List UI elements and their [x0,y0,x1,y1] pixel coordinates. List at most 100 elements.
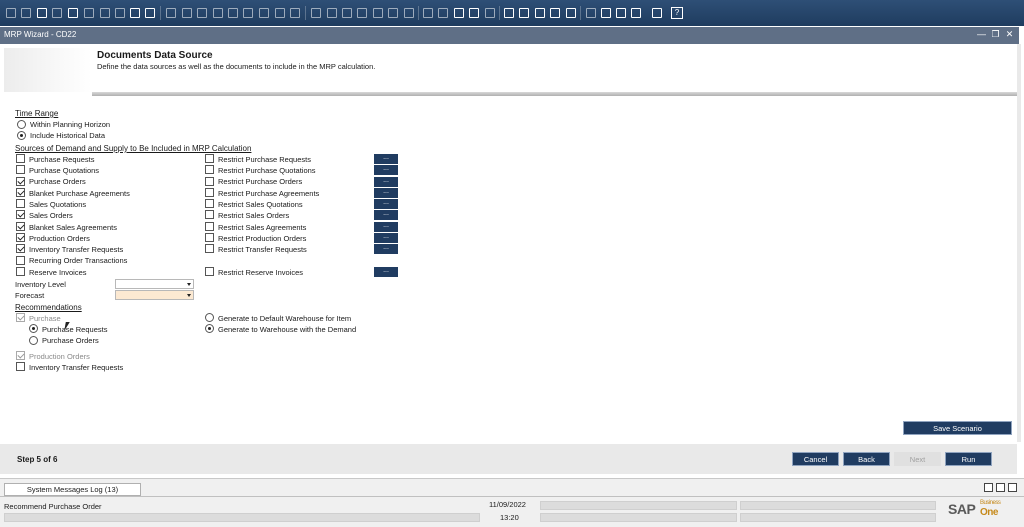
layout-designer-icon[interactable] [438,8,448,18]
word-export-icon[interactable] [100,8,110,18]
filter-icon[interactable] [275,8,285,18]
forecast-dropdown[interactable] [115,290,194,300]
pdf-export-icon[interactable] [115,8,125,18]
system-messages-log-tab[interactable]: System Messages Log (13) [4,483,141,496]
restrict-sales-orders-browse-button[interactable]: ... [374,210,398,220]
log-restore-icon[interactable] [996,483,1005,492]
restrict-transfer-requests-browse-button[interactable]: ... [374,244,398,254]
restrict-sales-orders-checkbox[interactable] [205,210,214,219]
sort-icon[interactable] [290,8,300,18]
restrict-sales-quotations-checkbox[interactable] [205,199,214,208]
target-document-icon[interactable] [327,8,337,18]
restrict-sales-agreements-browse-button[interactable]: ... [374,222,398,232]
report-icon[interactable] [535,8,545,18]
find-icon[interactable] [166,8,176,18]
restrict-purchase-agreements-browse-button[interactable]: ... [374,188,398,198]
default-warehouse-radio[interactable] [205,313,214,322]
form-settings-icon[interactable] [423,8,433,18]
restore-button[interactable]: ❐ [990,29,1001,40]
help-icon[interactable]: ? [671,7,683,19]
restrict-production-orders-browse-button[interactable]: ... [374,233,398,243]
payment-means-icon[interactable] [388,8,398,18]
vertical-scrollbar[interactable] [1017,44,1021,442]
restrict-transfer-requests-checkbox[interactable] [205,244,214,253]
run-button[interactable]: Run [945,452,992,466]
log-minimize-icon[interactable] [984,483,993,492]
restrict-purchase-quotations-browse-button[interactable]: ... [374,165,398,175]
inventory-transfer-recommendation-checkbox[interactable] [16,362,25,371]
inventory-transfer-requests-checkbox[interactable] [16,244,25,253]
drag-relate-icon[interactable] [504,8,514,18]
blanket-sales-agreements-checkbox[interactable] [16,222,25,231]
restrict-transfer-requests-label: Restrict Transfer Requests [218,245,307,254]
settings-icon[interactable] [145,8,155,18]
next-record-icon[interactable] [228,8,238,18]
next-button[interactable]: Next [894,452,941,466]
save-scenario-button[interactable]: Save Scenario [903,421,1012,435]
restrict-reserve-invoices-browse-button[interactable]: ... [374,267,398,277]
excel-export-icon[interactable] [84,8,94,18]
refresh-icon[interactable] [259,8,269,18]
minimize-button[interactable]: — [976,29,987,39]
data-icon[interactable] [550,8,560,18]
gross-profit-icon[interactable] [357,8,367,18]
previous-record-icon[interactable] [213,8,223,18]
browser-icon[interactable] [652,8,662,18]
cancel-button[interactable]: Cancel [792,452,839,466]
purchase-orders-checkbox[interactable] [16,177,25,186]
blanket-purchase-agreements-checkbox[interactable] [16,188,25,197]
window-titlebar: MRP Wizard - CD22 — ❐ ✕ [0,27,1019,44]
print-preview-icon[interactable] [6,8,16,18]
purchase-orders-radio[interactable] [29,336,38,345]
user-icon[interactable] [566,8,576,18]
inventory-level-dropdown[interactable] [115,279,194,289]
production-orders-recommendation-checkbox[interactable] [16,351,25,360]
restrict-purchase-requests-checkbox[interactable] [205,154,214,163]
log-close-icon[interactable] [1008,483,1017,492]
restrict-reserve-invoices-checkbox[interactable] [205,267,214,276]
demand-warehouse-radio[interactable] [205,324,214,333]
first-record-icon[interactable] [197,8,207,18]
copy-icon[interactable] [586,8,596,18]
query-manager-icon[interactable] [519,8,529,18]
restrict-purchase-orders-browse-button[interactable]: ... [374,177,398,187]
paste-icon[interactable] [601,8,611,18]
restrict-purchase-requests-browse-button[interactable]: ... [374,154,398,164]
relationship-map-icon[interactable] [342,8,352,18]
restrict-purchase-quotations-checkbox[interactable] [205,165,214,174]
move-icon[interactable] [130,8,140,18]
restrict-sales-agreements-checkbox[interactable] [205,222,214,231]
last-record-icon[interactable] [243,8,253,18]
purchase-requests-checkbox[interactable] [16,154,25,163]
sales-quotations-checkbox[interactable] [16,199,25,208]
chart-icon[interactable] [631,8,641,18]
production-orders-checkbox[interactable] [16,233,25,242]
purchase-requests-radio[interactable] [29,324,38,333]
fax-icon[interactable] [68,8,78,18]
restrict-production-orders-checkbox[interactable] [205,233,214,242]
messages-icon[interactable] [469,8,479,18]
base-document-icon[interactable] [311,8,321,18]
reserve-invoices-checkbox[interactable] [16,267,25,276]
include-historical-data-radio[interactable] [17,131,26,140]
sales-orders-checkbox[interactable] [16,210,25,219]
restrict-sales-quotations-browse-button[interactable]: ... [374,199,398,209]
volume-weight-icon[interactable] [404,8,414,18]
close-button[interactable]: ✕ [1004,29,1015,40]
restrict-purchase-orders-checkbox[interactable] [205,177,214,186]
back-button[interactable]: Back [843,452,890,466]
purchase-checkbox[interactable] [16,313,25,322]
purchase-quotations-checkbox[interactable] [16,165,25,174]
sources-heading: Sources of Demand and Supply to Be Inclu… [15,144,252,153]
within-planning-horizon-radio[interactable] [17,120,26,129]
calendar-icon[interactable] [454,8,464,18]
restrict-purchase-agreements-checkbox[interactable] [205,188,214,197]
alerts-icon[interactable] [485,8,495,18]
email-icon[interactable] [37,8,47,18]
edit-icon[interactable] [616,8,626,18]
transaction-journal-icon[interactable] [373,8,383,18]
add-icon[interactable] [182,8,192,18]
sms-icon[interactable] [52,8,62,18]
print-icon[interactable] [21,8,31,18]
recurring-order-transactions-checkbox[interactable] [16,256,25,265]
